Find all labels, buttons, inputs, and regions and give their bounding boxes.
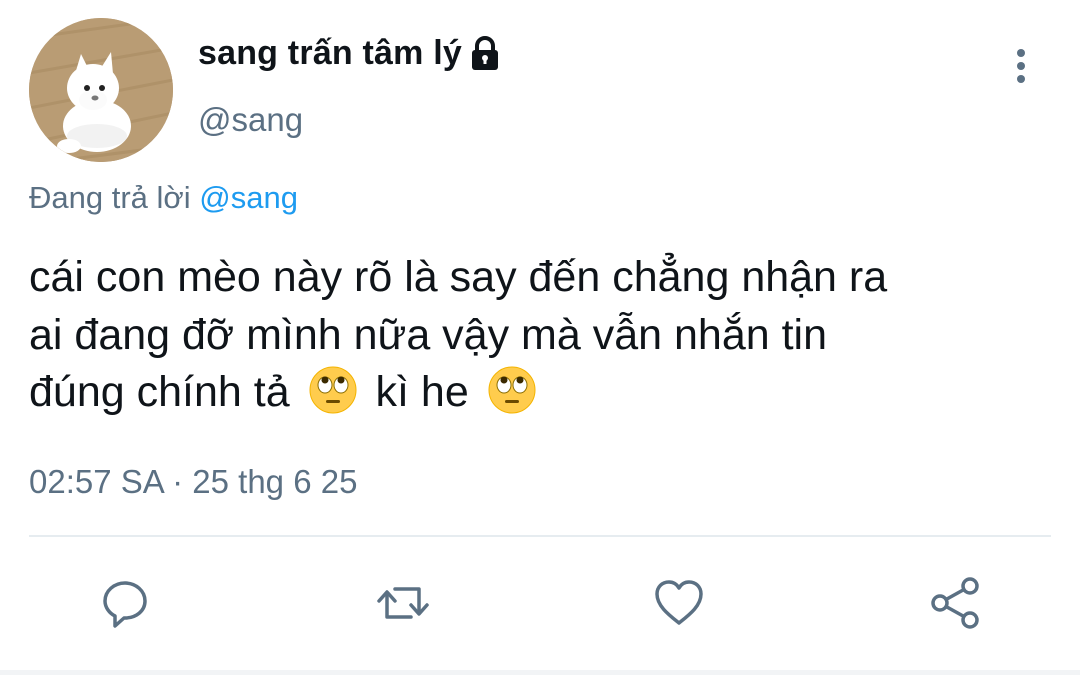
replying-to-label: Đang trả lời [29, 180, 191, 215]
share-icon[interactable] [922, 570, 988, 636]
retweet-icon[interactable] [370, 570, 436, 636]
display-name-text: sang trấn tâm lý [198, 34, 462, 72]
tweet-text: cái con mèo này rõ là say đến chẳng nhận… [29, 249, 1059, 422]
lock-icon [470, 35, 500, 72]
avatar[interactable] [29, 18, 173, 162]
tweet-line-3: đúng chính tả kì he [29, 364, 1059, 422]
author-handle[interactable]: @sang [198, 101, 303, 139]
tweet-line-2: ai đang đỡ mình nữa vậy mà vẫn nhắn tin [29, 310, 828, 359]
tweet-timestamp[interactable]: 02:57 SA · 25 thg 6 25 [29, 463, 357, 501]
reply-icon[interactable] [92, 570, 158, 636]
tweet-line-1: cái con mèo này rõ là say đến chẳng nhận… [29, 253, 888, 301]
more-options-icon[interactable] [1000, 44, 1042, 88]
divider [29, 535, 1051, 537]
rolling-eyes-emoji-icon [487, 365, 537, 415]
like-icon[interactable] [646, 570, 712, 636]
tweet-line-3-part-1: đúng chính tả [29, 368, 290, 416]
bottom-border [0, 670, 1080, 675]
display-name[interactable]: sang trấn tâm lý [198, 34, 500, 73]
puppy-image [29, 18, 173, 162]
replying-to: Đang trả lời @sang [29, 180, 298, 216]
tweet-line-3-part-2: kì he [375, 368, 469, 416]
rolling-eyes-emoji-icon [308, 365, 358, 415]
tweet-actions [0, 570, 1080, 636]
replying-to-handle[interactable]: @sang [199, 180, 298, 215]
